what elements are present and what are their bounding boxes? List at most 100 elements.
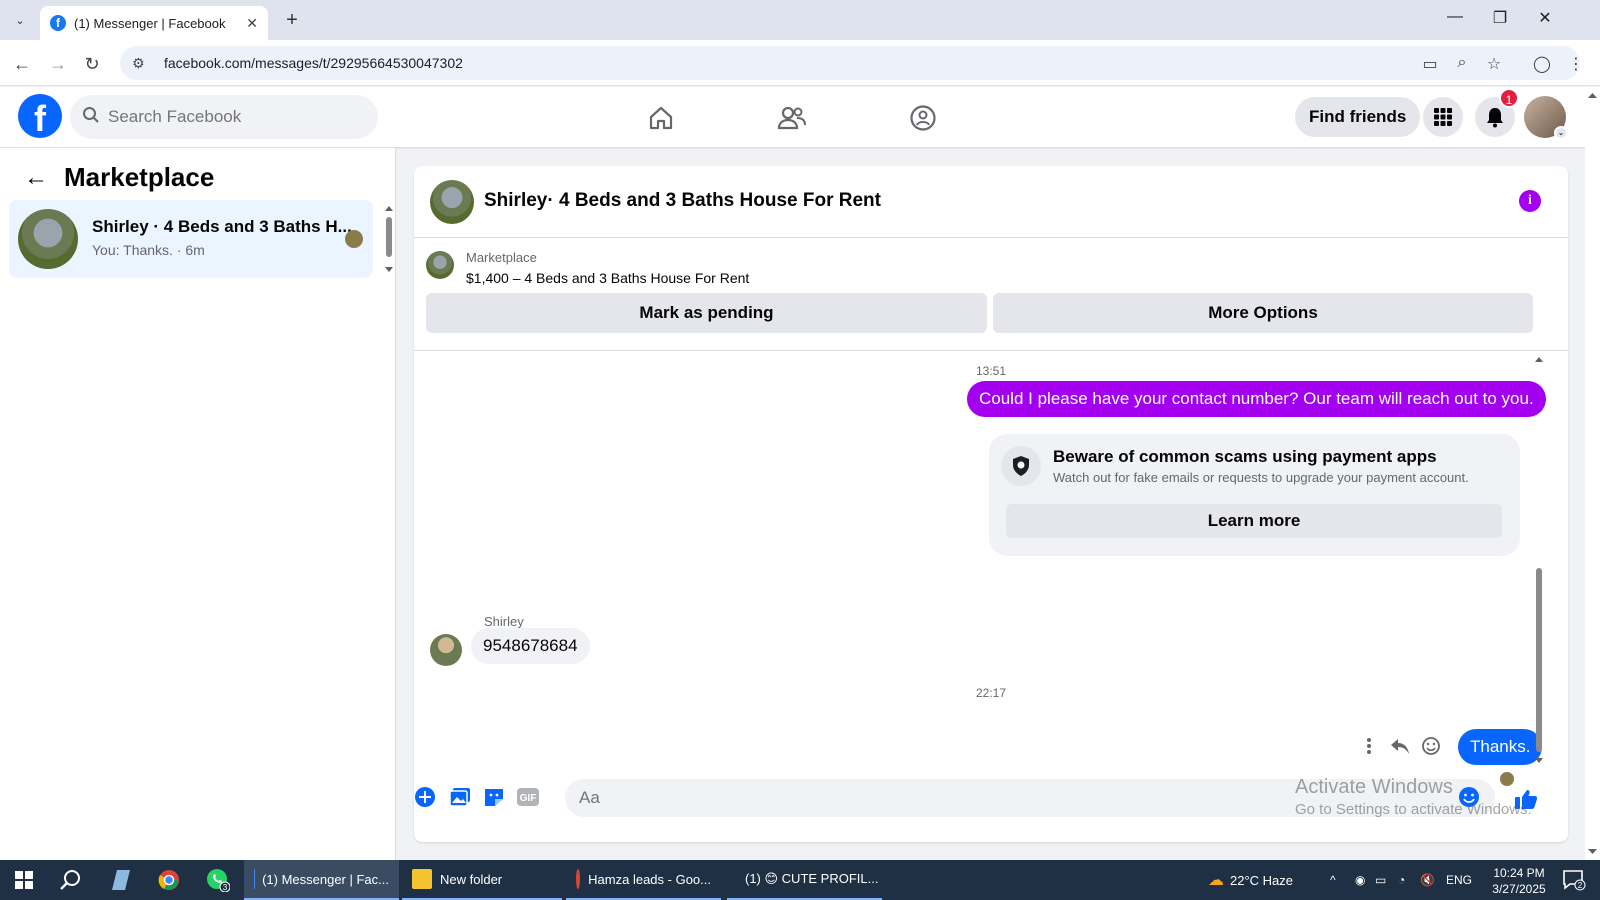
marketplace-conversation-list: ← Marketplace Shirley · 4 Beds and 3 Bat… <box>0 148 396 860</box>
volume-muted-icon[interactable]: 🔇 <box>1420 860 1435 900</box>
tray-meet-icon[interactable]: ◉ <box>1355 860 1365 900</box>
taskbar-app-label: Hamza leads - Goo... <box>588 871 711 887</box>
chat-scrollbar[interactable] <box>1533 352 1545 772</box>
listing-avatar[interactable] <box>430 180 474 224</box>
info-icon[interactable]: i <box>1519 190 1541 212</box>
chrome-icon <box>576 869 581 889</box>
more-actions-plus-icon[interactable] <box>414 784 438 810</box>
incoming-message[interactable]: 9548678684 <box>471 628 590 664</box>
page-scrollbar[interactable] <box>1585 87 1600 860</box>
wifi-icon[interactable]: ◔ <box>1398 860 1405 900</box>
reply-icon[interactable] <box>1388 734 1412 758</box>
profile-icon[interactable]: ◯ <box>1532 54 1552 74</box>
sticker-icon[interactable] <box>481 784 507 810</box>
find-friends-button[interactable]: Find friends <box>1295 97 1421 137</box>
marketplace-listing-banner: Marketplace $1,400 – 4 Beds and 3 Baths … <box>414 239 1568 351</box>
chat-panel: Shirley· 4 Beds and 3 Baths House For Re… <box>414 166 1568 842</box>
outgoing-message[interactable]: Thanks. <box>1458 729 1543 765</box>
taskbar-app-new-folder[interactable]: New folder <box>402 860 562 900</box>
taskbar-search-icon[interactable] <box>57 866 85 894</box>
whatsapp-icon[interactable]: 3 <box>204 866 232 894</box>
minimize-icon[interactable]: — <box>1440 8 1470 26</box>
listing-mini-thumb[interactable] <box>426 251 454 279</box>
close-window-icon[interactable]: ✕ <box>1530 8 1560 28</box>
taskbar-app-cute-profile[interactable]: (1) 😊 CUTE PROFIL... <box>727 860 882 900</box>
sidebar-scrollbar[interactable] <box>383 203 395 277</box>
more-options-button[interactable]: More Options <box>993 293 1533 333</box>
weather-widget[interactable]: ☁ 22°C Haze <box>1208 860 1293 900</box>
forward-arrow-icon[interactable]: → <box>46 52 70 76</box>
scam-warning-description: Watch out for fake emails or requests to… <box>1053 470 1469 485</box>
friends-icon[interactable] <box>775 101 809 135</box>
react-emoji-icon[interactable] <box>1419 734 1443 758</box>
listing-price-title[interactable]: $1,400 – 4 Beds and 3 Baths House For Re… <box>466 270 749 286</box>
tab-search-chevron-icon[interactable]: ⌄ <box>8 8 32 32</box>
facebook-logo-icon[interactable]: f <box>18 94 62 138</box>
timestamp: 22:17 <box>975 686 1007 700</box>
notification-center-icon[interactable]: 2 <box>1560 866 1588 894</box>
message-thread: 13:51 Could I please have your contact n… <box>414 352 1568 786</box>
facebook-search-box[interactable] <box>70 95 378 139</box>
notification-center-badge: 2 <box>1578 881 1583 890</box>
attach-photo-icon[interactable] <box>447 784 473 810</box>
reload-icon[interactable]: ↻ <box>80 52 104 76</box>
chat-title[interactable]: Shirley· 4 Beds and 3 Baths House For Re… <box>484 190 881 212</box>
panel-header: ← Marketplace <box>24 162 214 193</box>
bookmark-star-icon[interactable]: ☆ <box>1484 54 1504 74</box>
windows-taskbar: 3 (1) Messenger | Fac... New folder Hamz… <box>0 860 1600 900</box>
browser-menu-icon[interactable]: ⋮ <box>1566 54 1586 74</box>
zoom-icon[interactable]: ⌕ <box>1452 54 1472 72</box>
clock-date: 3/27/2025 <box>1492 882 1546 896</box>
home-icon[interactable] <box>644 101 678 135</box>
listing-label: Marketplace <box>466 250 537 265</box>
sender-avatar[interactable] <box>430 634 462 666</box>
file-app-icon[interactable] <box>107 866 135 894</box>
taskbar-app-hamza-leads[interactable]: Hamza leads - Goo... <box>566 860 721 900</box>
more-dots-icon[interactable] <box>1357 734 1381 758</box>
clock-time: 10:24 PM <box>1493 866 1545 880</box>
close-tab-icon[interactable]: ✕ <box>246 15 258 32</box>
taskbar-app-label: (1) 😊 CUTE PROFIL... <box>745 871 879 886</box>
groups-icon[interactable] <box>906 101 940 135</box>
account-avatar[interactable]: ⌄ <box>1524 96 1568 140</box>
browser-tab-bar: ⌄ f (1) Messenger | Facebook ✕ + — ❐ ✕ <box>0 0 1600 40</box>
sender-name: Shirley <box>484 614 524 629</box>
watermark-subtitle: Go to Settings to activate Windows. <box>1295 801 1532 818</box>
seen-avatar <box>345 230 363 248</box>
conversation-item[interactable]: Shirley · 4 Beds and 3 Baths H... You: T… <box>9 200 373 278</box>
back-arrow-icon[interactable]: ← <box>24 164 48 192</box>
outgoing-message[interactable]: Could I please have your contact number?… <box>967 381 1546 417</box>
taskbar-app-messenger[interactable]: (1) Messenger | Fac... <box>244 860 399 900</box>
url-field[interactable]: ⚙ facebook.com/messages/t/29295664530047… <box>120 46 1580 80</box>
mark-as-pending-button[interactable]: Mark as pending <box>426 293 987 333</box>
scam-warning-title: Beware of common scams using payment app… <box>1053 447 1437 466</box>
whatsapp-badge: 3 <box>223 883 228 892</box>
conversation-preview: You: Thanks. · 6m <box>92 242 205 258</box>
tray-chevron-icon[interactable]: ^ <box>1330 860 1336 900</box>
system-clock[interactable]: 10:24 PM 3/27/2025 <box>1480 865 1558 897</box>
chrome-icon[interactable] <box>155 866 183 894</box>
learn-more-button[interactable]: Learn more <box>1006 504 1502 538</box>
haze-weather-icon: ☁ <box>1208 872 1224 889</box>
language-indicator[interactable]: ENG <box>1446 860 1472 900</box>
menu-grid-icon[interactable] <box>1423 97 1463 137</box>
folder-icon <box>412 869 432 889</box>
install-app-icon[interactable]: ▭ <box>1420 54 1440 74</box>
windows-start-icon[interactable] <box>10 866 38 894</box>
notification-badge: 1 <box>1499 88 1519 108</box>
maximize-icon[interactable]: ❐ <box>1485 8 1515 28</box>
conversation-name: Shirley · 4 Beds and 3 Baths H... <box>92 217 352 236</box>
panel-title: Marketplace <box>64 162 215 192</box>
gif-icon[interactable]: GIF <box>515 784 541 810</box>
url-text: facebook.com/messages/t/2929566453004730… <box>164 55 463 71</box>
browser-tab-active[interactable]: f (1) Messenger | Facebook ✕ <box>40 6 268 40</box>
address-bar-row: ← → ↻ ⚙ facebook.com/messages/t/29295664… <box>0 40 1600 86</box>
watermark-title: Activate Windows <box>1295 776 1453 798</box>
new-tab-plus-icon[interactable]: + <box>280 8 304 32</box>
weather-text: 22°C Haze <box>1230 872 1294 888</box>
search-input[interactable] <box>108 107 368 127</box>
battery-icon[interactable]: ▭ <box>1375 860 1386 900</box>
back-arrow-icon[interactable]: ← <box>10 52 34 76</box>
site-info-icon[interactable]: ⚙ <box>132 55 152 72</box>
facebook-header: f Find friends 1 ⌄ <box>0 87 1585 147</box>
